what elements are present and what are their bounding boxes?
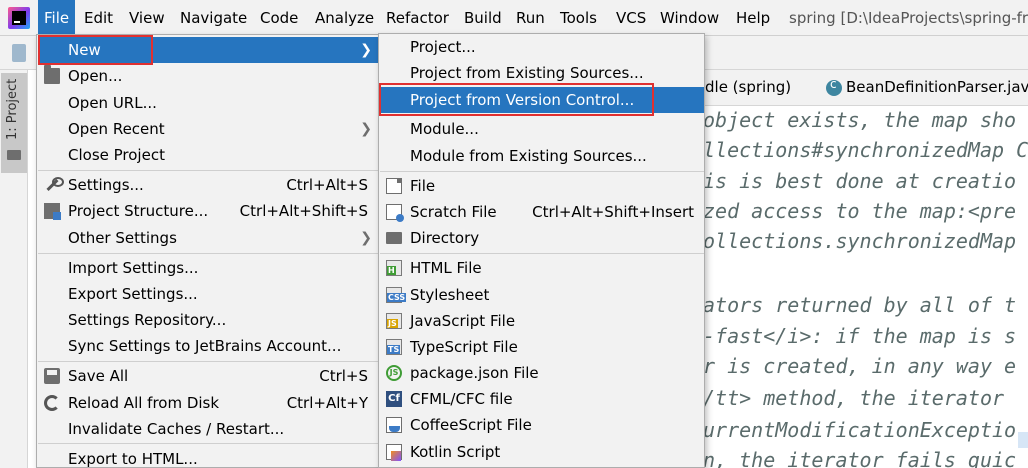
new-menu-scratch-file[interactable]: Scratch File Ctrl+Alt+Shift+Insert [380, 199, 704, 225]
menu-separator [380, 171, 704, 172]
code-line: object exists, the map sho [703, 108, 1017, 132]
menu-separator [38, 253, 378, 254]
annotation-box-new [38, 35, 153, 65]
new-menu-directory[interactable]: Directory [380, 225, 704, 251]
menu-help[interactable]: Help [730, 0, 776, 36]
intellij-logo-icon [8, 7, 30, 29]
html-file-icon: H [386, 260, 402, 276]
menu-refactor[interactable]: Refactor [380, 0, 455, 36]
file-menu-settings-repository[interactable]: Settings Repository... [38, 307, 378, 333]
new-menu-module[interactable]: Module... [380, 116, 704, 142]
menu-code[interactable]: Code [254, 0, 304, 36]
code-line: n, the iterator fails quic [703, 448, 1017, 468]
new-menu-file[interactable]: File [380, 173, 704, 199]
nodejs-icon: JS [386, 365, 402, 381]
file-menu-project-structure[interactable]: Project Structure... Ctrl+Alt+Shift+S [38, 198, 378, 224]
submenu-arrow-icon: ❯ [360, 230, 372, 246]
code-line: /tt> method, the iterator [703, 386, 1005, 410]
menu-navigate[interactable]: Navigate [174, 0, 253, 36]
project-structure-icon [44, 203, 61, 220]
file-menu-invalidate-caches[interactable]: Invalidate Caches / Restart... [38, 416, 378, 442]
menu-run[interactable]: Run [510, 0, 551, 36]
new-menu-typescript-file[interactable]: TS TypeScript File [380, 334, 704, 360]
file-menu-export-settings[interactable]: Export Settings... [38, 281, 378, 307]
wrench-icon [44, 177, 64, 193]
folder-open-icon [44, 65, 60, 84]
submenu-arrow-icon: ❯ [360, 121, 372, 137]
folder-icon [386, 232, 402, 244]
code-editor[interactable]: object exists, the map sho llections#syn… [703, 106, 1028, 468]
menu-view[interactable]: View [123, 0, 171, 36]
annotation-box-version-control [379, 83, 654, 116]
menu-file[interactable]: File [38, 0, 76, 36]
code-line: r is created, in any way e [703, 354, 1017, 378]
save-icon [44, 368, 60, 384]
new-menu-kotlin-script[interactable]: Kotlin Script [380, 439, 704, 465]
file-menu-export-html[interactable]: Export to HTML... [38, 446, 378, 468]
menu-vcs[interactable]: VCS [610, 0, 652, 36]
menu-separator [38, 443, 378, 444]
scroll-marker [1018, 432, 1028, 448]
coffeescript-icon [386, 417, 402, 433]
file-menu-open-url[interactable]: Open URL... [38, 90, 378, 116]
code-line: zed access to the map:<pre [703, 199, 1017, 223]
scratch-file-icon [386, 204, 404, 222]
menu-window[interactable]: Window [654, 0, 725, 36]
css-file-icon: CSS [386, 287, 407, 303]
file-menu-sync-settings[interactable]: Sync Settings to JetBrains Account... [38, 333, 378, 359]
javascript-file-icon: JS [386, 313, 402, 329]
file-menu-settings[interactable]: Settings... Ctrl+Alt+S [38, 172, 378, 198]
file-menu-open-recent[interactable]: Open Recent ❯ [38, 116, 378, 142]
menu-separator [380, 253, 704, 254]
cfml-icon: Cf [386, 391, 402, 407]
new-menu-module-existing-sources[interactable]: Module from Existing Sources... [380, 143, 704, 169]
menu-bar: File Edit View Navigate Code Analyze Ref… [0, 0, 1028, 36]
editor-tab-bean-definition-parser[interactable]: BeanDefinitionParser.java [846, 78, 1028, 96]
new-menu-stylesheet[interactable]: CSS Stylesheet [380, 282, 704, 308]
kotlin-icon [386, 444, 402, 461]
file-menu-import-settings[interactable]: Import Settings... [38, 255, 378, 281]
new-menu-html-file[interactable]: H HTML File [380, 255, 704, 281]
file-menu-open[interactable]: Open... [38, 63, 378, 89]
file-menu-other-settings[interactable]: Other Settings ❯ [38, 225, 378, 251]
code-line: ators returned by all of t [703, 293, 1017, 317]
code-line: -fast</i>: if the map is s [703, 324, 1017, 348]
submenu-arrow-icon: ❯ [360, 42, 372, 58]
java-class-icon [826, 77, 842, 96]
file-icon [386, 178, 402, 194]
code-line: urrentModificationExceptio [703, 418, 1017, 442]
file-menu-reload-all[interactable]: Reload All from Disk Ctrl+Alt+Y [38, 390, 378, 416]
code-line: llections#synchronizedMap C [703, 138, 1028, 162]
window-title: spring [D:\IdeaProjects\spring-fra [789, 9, 1028, 27]
new-menu-coffeescript-file[interactable]: CoffeeScript File [380, 412, 704, 438]
menu-separator [38, 361, 378, 362]
new-menu-javascript-file[interactable]: JS JavaScript File [380, 308, 704, 334]
file-menu-close-project[interactable]: Close Project [38, 142, 378, 168]
folder-icon [7, 150, 21, 160]
menu-edit[interactable]: Edit [78, 0, 119, 36]
typescript-file-icon: TS [386, 339, 402, 355]
menu-analyze[interactable]: Analyze [309, 0, 380, 36]
reload-icon [44, 395, 60, 411]
project-tab-label: 1: Project [5, 78, 20, 140]
file-menu-save-all[interactable]: Save All Ctrl+S [38, 363, 378, 389]
editor-tab-spring[interactable]: dle (spring) [705, 78, 791, 96]
code-line: ollections.synchronizedMap [703, 229, 1017, 253]
new-menu-project[interactable]: Project... [380, 34, 704, 60]
file-menu-dropdown: New ❯ Open... Open URL... Open Recent ❯ … [36, 34, 379, 468]
menu-separator [38, 170, 378, 171]
menu-tools[interactable]: Tools [554, 0, 603, 36]
new-menu-cfml-file[interactable]: Cf CFML/CFC file [380, 386, 704, 412]
new-menu-package-json[interactable]: JS package.json File [380, 360, 704, 386]
menu-build[interactable]: Build [458, 0, 508, 36]
code-line: is is best done at creatio [703, 169, 1017, 193]
